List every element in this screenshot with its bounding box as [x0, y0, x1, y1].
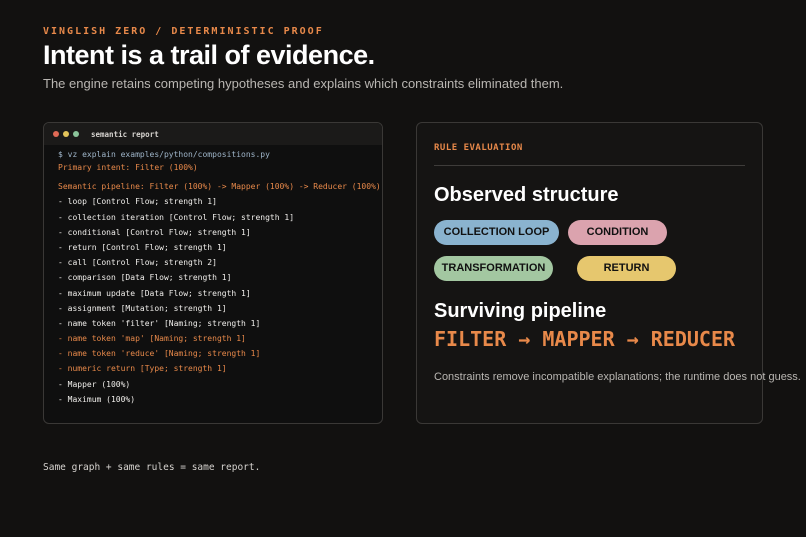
- terminal-output-line: - name token 'map' [Naming; strength 1]: [58, 334, 246, 344]
- terminal-output-line: - name token 'filter' [Naming; strength …: [58, 318, 261, 328]
- terminal-output-line: - loop [Control Flow; strength 1]: [58, 197, 217, 207]
- terminal-output-line: Semantic pipeline: Filter (100%) -> Mapp…: [58, 182, 381, 192]
- panel-divider: [434, 165, 745, 166]
- terminal-command-line: $ vz explain examples/python/composition…: [58, 150, 270, 159]
- page-title: Intent is a trail of evidence.: [43, 40, 375, 70]
- collection-loop-tag: COLLECTION LOOP: [434, 220, 559, 245]
- terminal-output-line: - comparison [Data Flow; strength 1]: [58, 273, 232, 283]
- window-maximize-dot[interactable]: [73, 131, 79, 137]
- terminal-output-line: Primary intent: Filter (100%): [58, 163, 198, 172]
- terminal-output: $ vz explain examples/python/composition…: [44, 145, 382, 407]
- terminal-output-line: - call [Control Flow; strength 2]: [58, 258, 217, 268]
- eyebrow-label: VINGLISH ZERO / DETERMINISTIC PROOF: [43, 26, 324, 37]
- terminal-title: semantic report: [91, 129, 159, 139]
- panel-heading: RULE EVALUATION: [434, 143, 523, 153]
- page-subtitle: The engine retains competing hypotheses …: [43, 76, 564, 91]
- terminal-output-line: - name token 'reduce' [Naming; strength …: [58, 349, 261, 359]
- terminal-output-line: - collection iteration [Control Flow; st…: [58, 212, 295, 222]
- terminal-output-line: - assignment [Mutation; strength 1]: [58, 303, 227, 313]
- terminal-output-line: - Maximum (100%): [58, 394, 136, 404]
- condition-tag: CONDITION: [568, 220, 667, 245]
- transformation-tag: TRANSFORMATION: [434, 256, 553, 281]
- pipeline-sequence: FILTER → MAPPER → REDUCER: [434, 327, 736, 351]
- terminal-output-line: - conditional [Control Flow; strength 1]: [58, 227, 251, 237]
- terminal-title-bar: semantic report: [44, 123, 382, 145]
- terminal-output-line: - return [Control Flow; strength 1]: [58, 242, 227, 252]
- terminal-output-line: - numeric return [Type; strength 1]: [58, 364, 227, 374]
- observed-structure-title: Observed structure: [434, 184, 619, 206]
- window-minimize-dot[interactable]: [63, 131, 69, 137]
- footer-caption: Same graph + same rules = same report.: [43, 462, 261, 473]
- return-tag: RETURN: [577, 256, 676, 281]
- surviving-pipeline-title: Surviving pipeline: [434, 300, 607, 322]
- terminal-window: semantic report $ vz explain examples/py…: [43, 122, 383, 424]
- terminal-output-line: - Mapper (100%): [58, 379, 131, 389]
- window-close-dot[interactable]: [53, 131, 59, 137]
- constraints-note: Constraints remove incompatible explanat…: [434, 371, 801, 383]
- terminal-output-line: - maximum update [Data Flow; strength 1]: [58, 288, 251, 298]
- rule-evaluation-panel: RULE EVALUATION Observed structure COLLE…: [416, 122, 801, 424]
